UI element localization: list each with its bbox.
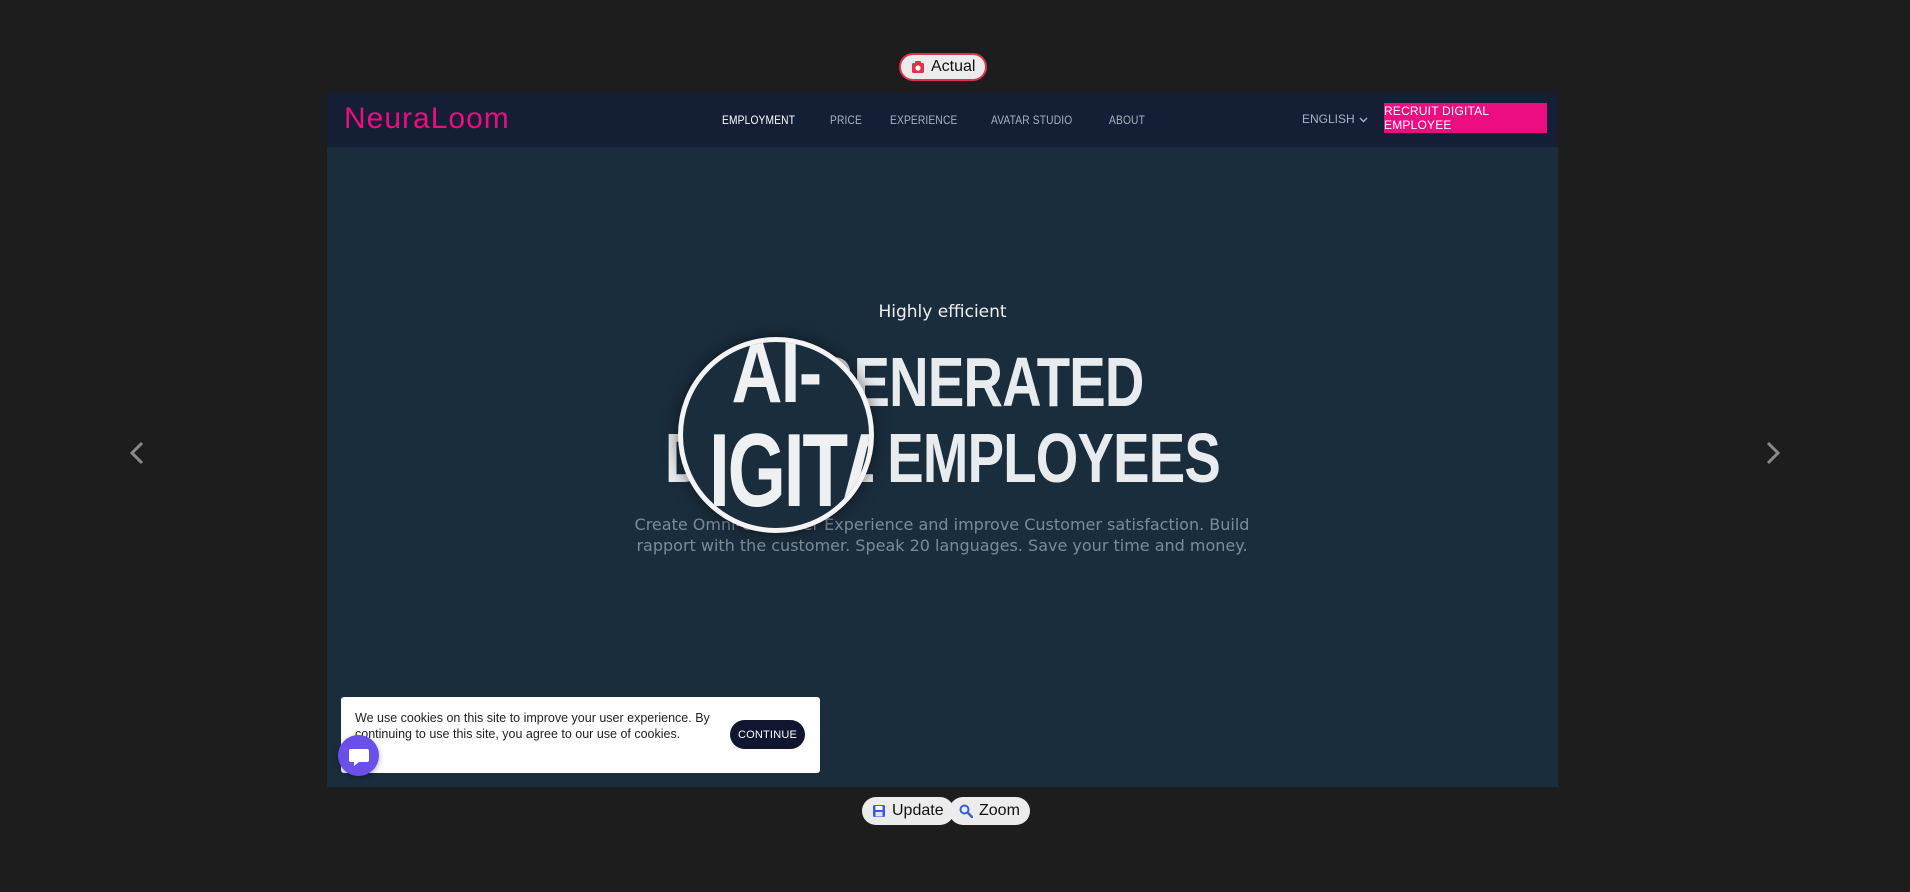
chevron-down-icon <box>1359 117 1368 122</box>
zoom-button[interactable]: Zoom <box>949 797 1030 825</box>
site-logo[interactable]: NeuraLoom <box>344 102 510 136</box>
website-preview: NeuraLoom EMPLOYMENT PRICE EXPERIENCE AV… <box>327 93 1558 787</box>
chevron-right-icon[interactable] <box>1757 438 1787 468</box>
chat-icon <box>348 748 369 766</box>
hero-headline-line1: AI-GENERATED <box>741 343 1144 421</box>
magnifier-lens: AI- IGITA <box>678 337 874 533</box>
menu-item-employment[interactable]: EMPLOYMENT <box>722 113 795 127</box>
menu-item-avatar-studio[interactable]: AVATAR STUDIO <box>991 113 1072 127</box>
magnifier-line2: IGITA <box>709 413 869 529</box>
chevron-left-icon[interactable] <box>123 438 153 468</box>
cookie-text: We use cookies on this site to improve y… <box>355 711 710 741</box>
hero-headline-line2: DIGITAL EMPLOYEES <box>664 419 1221 497</box>
actual-label: Actual <box>931 58 976 75</box>
search-icon <box>959 804 973 818</box>
chat-widget-button[interactable] <box>338 735 379 776</box>
recruit-button[interactable]: RECRUIT DIGITAL EMPLOYEE <box>1384 103 1547 133</box>
zoom-label: Zoom <box>979 802 1020 819</box>
menu-item-about[interactable]: ABOUT <box>1109 113 1145 127</box>
menu-item-experience[interactable]: EXPERIENCE <box>890 113 957 127</box>
update-label: Update <box>892 802 944 819</box>
camera-icon <box>912 61 924 73</box>
menu-item-price[interactable]: PRICE <box>830 113 862 127</box>
hero-eyebrow: Highly efficient <box>878 302 1007 322</box>
site-header: NeuraLoom EMPLOYMENT PRICE EXPERIENCE AV… <box>327 93 1558 147</box>
save-icon <box>873 805 885 817</box>
cookie-banner: We use cookies on this site to improve y… <box>341 697 820 773</box>
language-label: ENGLISH <box>1302 112 1355 126</box>
main-menu: EMPLOYMENT PRICE EXPERIENCE AVATAR STUDI… <box>722 93 1151 147</box>
cookie-continue-button[interactable]: CONTINUE <box>730 720 805 749</box>
language-selector[interactable]: ENGLISH <box>1302 112 1368 126</box>
actual-button[interactable]: Actual <box>899 53 988 81</box>
magnifier-line1: AI- <box>731 337 822 421</box>
update-button[interactable]: Update <box>862 797 954 825</box>
